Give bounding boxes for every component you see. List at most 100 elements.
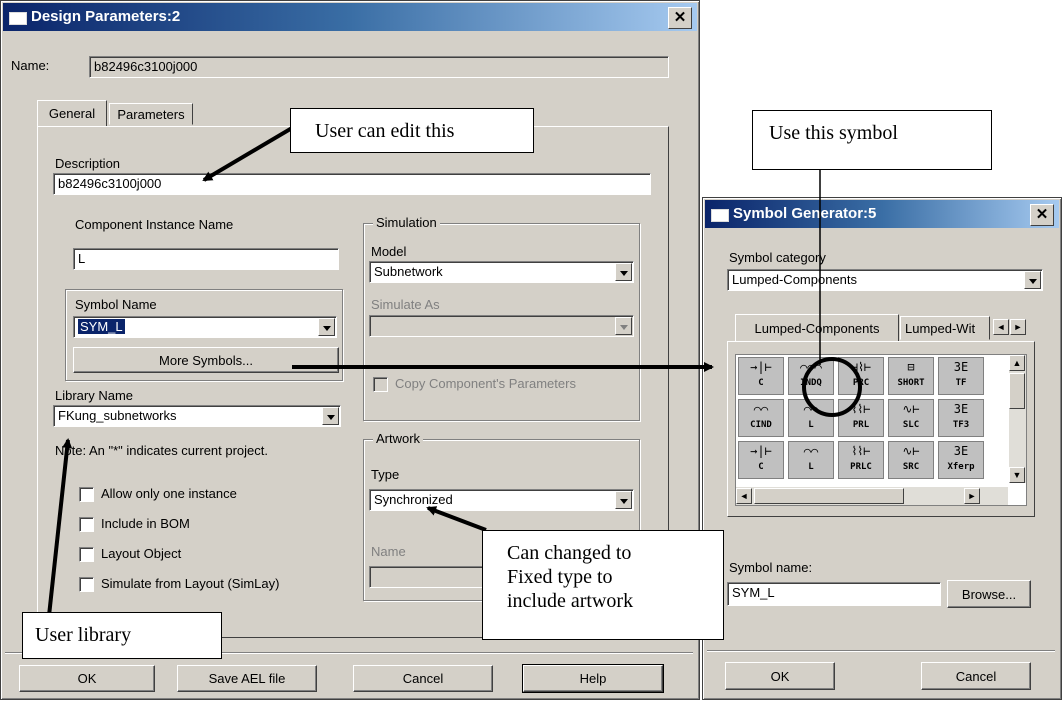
palette-vscrollbar[interactable]: ▲ ▼ <box>1009 355 1026 483</box>
chevron-down-icon[interactable] <box>318 318 335 336</box>
close-icon[interactable]: ✕ <box>1030 204 1054 226</box>
symbol-cell-xferp[interactable]: 3E Xferp <box>938 441 984 479</box>
symbol-glyph: ∿⊢ <box>902 444 920 458</box>
symbol-cell-c[interactable]: →|⊢ C <box>738 441 784 479</box>
close-icon[interactable]: ✕ <box>668 7 692 29</box>
symbol-cell-c[interactable]: →|⊢ C <box>738 357 784 395</box>
symbol-label: CIND <box>750 420 772 430</box>
chevron-down-icon[interactable] <box>1024 271 1041 289</box>
artwork-group-label: Artwork <box>373 431 424 446</box>
chevron-down-icon <box>615 317 632 335</box>
symbol-glyph: →|⊢ <box>750 360 772 374</box>
scroll-left-icon[interactable]: ◄ <box>736 488 752 504</box>
help-button[interactable]: Help <box>522 664 664 693</box>
symbol-cell-tf[interactable]: 3E TF <box>938 357 984 395</box>
symbol-category-label: Symbol category <box>729 250 826 265</box>
symbol-glyph: 3E <box>953 360 969 374</box>
simulate-from-layout-checkbox[interactable] <box>79 577 94 592</box>
model-select[interactable]: Subnetwork <box>369 261 634 283</box>
chevron-down-icon[interactable] <box>322 407 339 425</box>
hscroll-thumb[interactable] <box>754 488 904 504</box>
description-input[interactable]: b82496c3100j000 <box>53 173 651 195</box>
layout-object-checkbox[interactable] <box>79 547 94 562</box>
tab-scroll-right-icon[interactable]: ► <box>1010 319 1026 335</box>
cancel-button[interactable]: Cancel <box>353 665 493 692</box>
component-instance-input[interactable]: L <box>73 248 339 270</box>
symbol-name-select[interactable]: SYM_L <box>73 316 337 338</box>
symbol-glyph: ⌇⌇⊢ <box>851 444 871 458</box>
symbol-cancel-button[interactable]: Cancel <box>921 662 1031 690</box>
symbol-cell-slc[interactable]: ∿⊢ SLC <box>888 399 934 437</box>
symbol-cell-tf3[interactable]: 3E TF3 <box>938 399 984 437</box>
tab-lumped-components[interactable]: Lumped-Components <box>735 314 899 342</box>
symbol-ok-button[interactable]: OK <box>725 662 835 690</box>
scroll-right-icon[interactable]: ► <box>964 488 980 504</box>
symbol-cell-cind[interactable]: ⌒⌒ CIND <box>738 399 784 437</box>
artwork-name-input <box>369 566 499 588</box>
ok-button[interactable]: OK <box>19 665 155 692</box>
user-library-callout: User library <box>22 612 222 659</box>
tab-lumped-with[interactable]: Lumped-Wit <box>900 316 990 340</box>
library-name-label: Library Name <box>55 388 134 403</box>
scroll-down-icon[interactable]: ▼ <box>1009 467 1025 483</box>
symbol-label: TF <box>955 378 967 388</box>
symbol-label: Xferp <box>947 462 975 472</box>
symbol-category-value: Lumped-Components <box>732 272 858 287</box>
symbol-cell-prlc[interactable]: ⌇⌇⊢ PRLC <box>838 441 884 479</box>
symbol-label: INDQ <box>800 378 822 388</box>
symbol-label: SLC <box>902 420 920 430</box>
symbol-cell-l[interactable]: ⌒⌒ L <box>788 441 834 479</box>
window-icon <box>711 209 729 222</box>
simulate-as-select <box>369 315 634 337</box>
palette-hscrollbar[interactable]: ◄ ► <box>736 487 1008 505</box>
scroll-up-icon[interactable]: ▲ <box>1009 355 1025 371</box>
can-change-line-1: Can changed to <box>507 542 632 564</box>
symbol-name-label: Symbol name: <box>729 560 813 575</box>
type-select[interactable]: Synchronized <box>369 489 634 511</box>
user-can-edit-callout: User can edit this <box>290 108 534 153</box>
symbol-glyph: ∿⊢ <box>902 402 920 416</box>
tab-general[interactable]: General <box>37 100 107 127</box>
symbol-label: PRL <box>852 420 870 430</box>
symbol-label: L <box>808 420 814 430</box>
symbol-cell-l[interactable]: ⌒⌒ L <box>788 399 834 437</box>
tab-parameters[interactable]: Parameters <box>109 103 193 125</box>
include-in-bom-checkbox[interactable] <box>79 517 94 532</box>
symbol-grid: →|⊢ C ⌒⌒⌒ INDQ ⊣⌇⊢ PRC ⊟ SHORT 3E TF ⌒⌒ CIND ⌒⌒ L ⌇⌇⊢ P… <box>738 357 1000 483</box>
symbol-cell-indq[interactable]: ⌒⌒⌒ INDQ <box>788 357 834 395</box>
include-in-bom-label: Include in BOM <box>101 516 190 531</box>
symbol-glyph: 3E <box>953 444 969 458</box>
symbol-label: SHORT <box>897 378 925 388</box>
can-change-line-3: include artwork <box>507 590 634 612</box>
browse-button[interactable]: Browse... <box>947 580 1031 608</box>
design-dialog-titlebar[interactable]: Design Parameters:2 <box>3 3 697 31</box>
symbol-label: PRC <box>852 378 870 388</box>
component-instance-label: Component Instance Name <box>75 217 234 232</box>
symbol-cell-prl[interactable]: ⌇⌇⊢ PRL <box>838 399 884 437</box>
symbol-category-select[interactable]: Lumped-Components <box>727 269 1043 291</box>
symbol-label: PRLC <box>850 462 872 472</box>
name-label: Name: <box>11 58 50 73</box>
name-field: b82496c3100j000 <box>89 56 669 78</box>
scroll-thumb[interactable] <box>1009 373 1025 409</box>
symbol-cell-short[interactable]: ⊟ SHORT <box>888 357 934 395</box>
library-name-select[interactable]: FKung_subnetworks <box>53 405 341 427</box>
use-this-symbol-callout: Use this symbol <box>752 110 992 170</box>
note-text: Note: An "*" indicates current project. <box>55 443 269 458</box>
more-symbols-button[interactable]: More Symbols... <box>73 347 339 373</box>
symbol-glyph: →|⊢ <box>750 444 772 458</box>
allow-one-instance-checkbox[interactable] <box>79 487 94 502</box>
model-value: Subnetwork <box>374 264 443 279</box>
save-ael-button[interactable]: Save AEL file <box>177 665 317 692</box>
tab-scroll-left-icon[interactable]: ◄ <box>993 319 1009 335</box>
symbol-cell-prc[interactable]: ⊣⌇⊢ PRC <box>838 357 884 395</box>
symbol-dialog-titlebar[interactable]: Symbol Generator:5 <box>705 200 1059 228</box>
chevron-down-icon[interactable] <box>615 263 632 281</box>
copy-params-label: Copy Component's Parameters <box>395 376 576 391</box>
symbol-name-input[interactable]: SYM_L <box>727 582 941 606</box>
library-name-value: FKung_subnetworks <box>58 408 177 423</box>
simulate-as-label: Simulate As <box>371 297 440 312</box>
chevron-down-icon[interactable] <box>615 491 632 509</box>
symbol-cell-src[interactable]: ∿⊢ SRC <box>888 441 934 479</box>
symbol-glyph: ⊣⌇⊢ <box>850 360 872 374</box>
